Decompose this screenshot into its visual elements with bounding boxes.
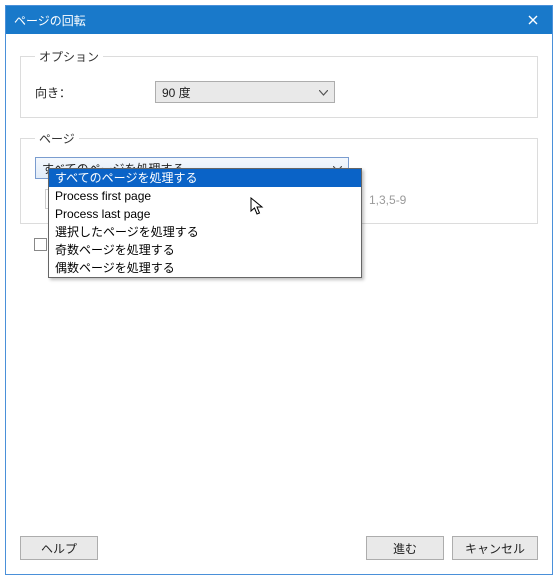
ok-button[interactable]: 進む xyxy=(366,536,444,560)
orientation-select[interactable]: 90 度 xyxy=(155,81,335,103)
group-options-legend: オプション xyxy=(35,48,103,65)
titlebar[interactable]: ページの回転 xyxy=(6,6,552,34)
pages-option[interactable]: すべてのページを処理する xyxy=(49,169,361,187)
pages-option[interactable]: 選択したページを処理する xyxy=(49,223,361,241)
group-options: オプション 向き： 90 度 xyxy=(20,48,538,118)
orientation-label: 向き： xyxy=(35,84,155,101)
dialog-footer: ヘルプ 進む キャンセル xyxy=(6,526,552,574)
pages-dropdown[interactable]: すべてのページを処理する Process first page Process … xyxy=(48,168,362,278)
close-icon xyxy=(528,15,538,25)
dialog-rotate-pages: ページの回転 オプション 向き： 90 度 ページ すべてのページを処理する xyxy=(5,5,553,575)
checkbox-icon[interactable] xyxy=(34,238,47,251)
pages-option[interactable]: 偶数ページを処理する xyxy=(49,259,361,277)
pages-option[interactable]: 奇数ページを処理する xyxy=(49,241,361,259)
pages-option[interactable]: Process first page xyxy=(49,187,361,205)
window-title: ページの回転 xyxy=(14,12,522,29)
pages-option[interactable]: Process last page xyxy=(49,205,361,223)
help-button[interactable]: ヘルプ xyxy=(20,536,98,560)
dialog-body: オプション 向き： 90 度 ページ すべてのページを処理する xyxy=(6,34,552,526)
group-pages: ページ すべてのページを処理する 例：1,3,5-9 すべてのページを処理する … xyxy=(20,130,538,224)
chevron-down-icon xyxy=(319,85,328,99)
group-pages-legend: ページ xyxy=(35,130,79,147)
cancel-button[interactable]: キャンセル xyxy=(452,536,538,560)
orientation-value: 90 度 xyxy=(162,84,191,101)
close-button[interactable] xyxy=(522,9,544,31)
